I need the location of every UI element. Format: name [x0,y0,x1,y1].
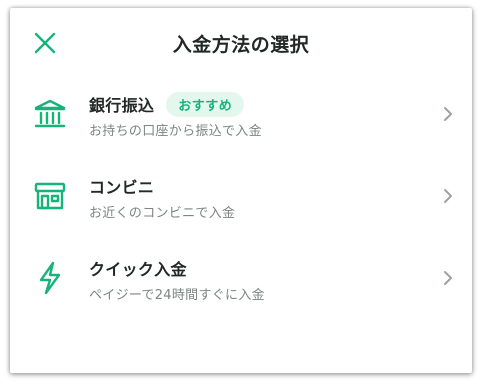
method-description: お持ちの口座から振込で入金 [89,124,262,139]
store-icon [32,178,68,214]
dialog-header: 入金方法の選択 [10,8,472,74]
deposit-method-dialog: 入金方法の選択 銀行振込 おすすめ お持ちの口座から振込で入金 コンビニ お近く… [10,8,472,373]
bank-icon [32,96,68,132]
method-item-quick-deposit[interactable]: クイック入金 ペイジーで24時間すぐに入金 [10,238,472,320]
page-title: 入金方法の選択 [172,34,310,56]
method-label: クイック入金 [89,260,187,279]
method-list: 銀行振込 おすすめ お持ちの口座から振込で入金 コンビニ お近くのコンビニで入金… [10,74,472,320]
method-description: ペイジーで24時間すぐに入金 [89,288,265,303]
method-item-bank-transfer[interactable]: 銀行振込 おすすめ お持ちの口座から振込で入金 [10,74,472,156]
method-label: コンビニ [89,178,155,197]
method-description: お近くのコンビニで入金 [89,206,236,221]
recommended-badge: おすすめ [166,91,245,117]
method-item-convenience-store[interactable]: コンビニ お近くのコンビニで入金 [10,156,472,238]
lightning-icon [32,260,68,296]
chevron-right-icon [442,105,454,123]
chevron-right-icon [442,187,454,205]
method-label: 銀行振込 [89,96,155,115]
chevron-right-icon [442,269,454,287]
